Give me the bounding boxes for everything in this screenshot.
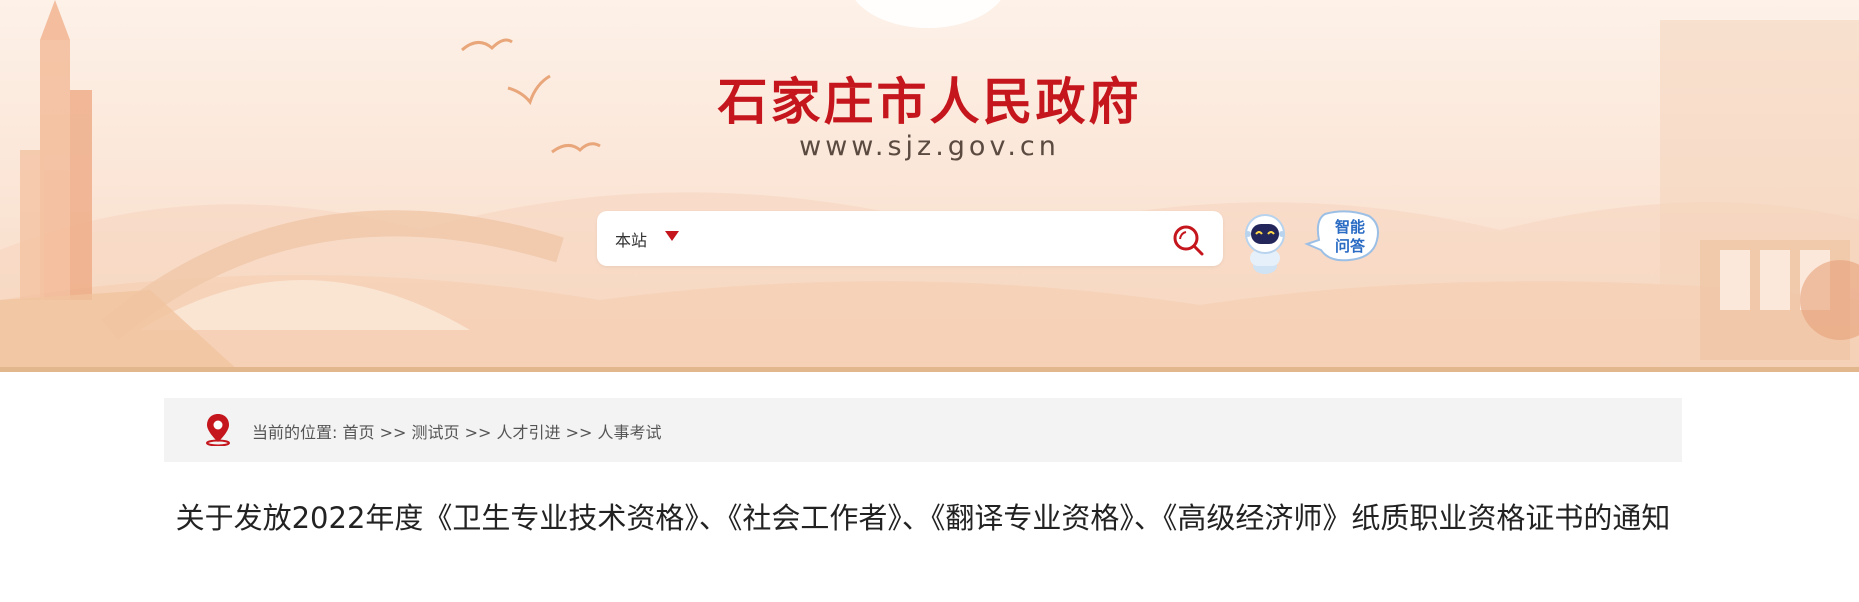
breadcrumb-prefix: 当前的位置: [252,423,338,442]
location-pin-icon [206,414,230,446]
breadcrumb-item-exam[interactable]: 人事考试 [598,423,662,442]
robot-assistant-icon[interactable] [1240,210,1290,276]
ai-qa-link[interactable]: 智能 问答 [1328,218,1372,256]
ai-qa-label-line1[interactable]: 智能 [1328,218,1372,237]
breadcrumb-item-home[interactable]: 首页 [343,423,375,442]
ai-qa-label-line2[interactable]: 问答 [1328,237,1372,256]
breadcrumb-item-talent[interactable]: 人才引进 [497,423,561,442]
article-title: 关于发放2022年度《卫生专业技术资格》、《社会工作者》、《翻译专业资格》、《高… [175,501,1671,535]
breadcrumb-separator: >> [464,423,492,442]
site-title[interactable]: 石家庄市人民政府 [0,62,1859,134]
banner-illustration [0,0,1859,367]
site-domain: www.sjz.gov.cn [799,131,1060,162]
search-input[interactable] [693,221,1157,257]
search-scope-select[interactable]: 本站 [615,227,647,251]
search-icon[interactable] [1171,223,1205,257]
breadcrumb-separator: >> [565,423,593,442]
search-box: 本站 [597,211,1223,266]
breadcrumb-separator: >> [379,423,407,442]
breadcrumb-trail: 当前的位置: 首页 >> 测试页 >> 人才引进 >> 人事考试 [252,419,662,443]
header-banner: 石家庄市人民政府 www.sjz.gov.cn 本站 智能 问答 [0,0,1859,372]
caret-down-icon[interactable] [665,231,679,241]
breadcrumb-item-test[interactable]: 测试页 [412,423,460,442]
breadcrumb: 当前的位置: 首页 >> 测试页 >> 人才引进 >> 人事考试 [164,398,1682,462]
